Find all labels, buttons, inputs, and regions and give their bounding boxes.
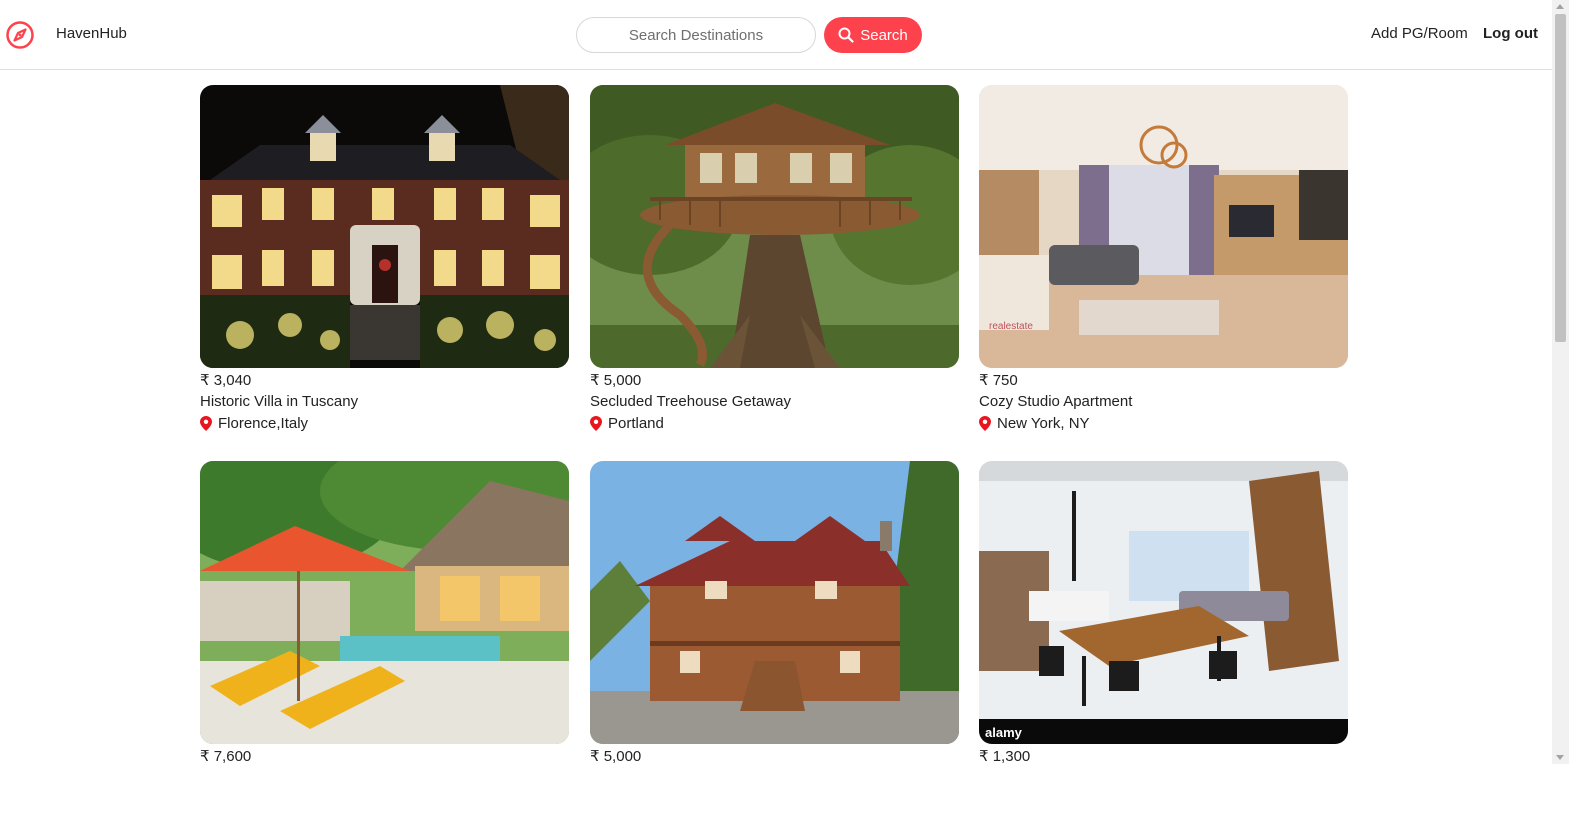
listing-price: ₹ 7,600 <box>200 748 252 765</box>
scroll-down-arrow-icon[interactable] <box>1556 755 1564 760</box>
listing-title: Historic Villa in Tuscany <box>200 393 359 410</box>
listing-price: ₹ 1,300 <box>979 748 1031 765</box>
listing-card[interactable]: alamy ₹ 1,300 <box>979 461 1348 821</box>
listing-price: ₹ 5,000 <box>590 372 642 389</box>
listing-card[interactable]: ₹ 5,000 Secluded Treehouse Getaway Portl… <box>590 85 959 445</box>
brand-link[interactable]: HavenHub <box>56 25 127 42</box>
search-input[interactable] <box>576 17 816 53</box>
add-pg-room-link[interactable]: Add PG/Room <box>1371 25 1468 42</box>
listing-location: New York, NY <box>979 415 1090 432</box>
location-pin-icon <box>979 416 991 431</box>
listing-card[interactable]: ₹ 7,600 <box>200 461 569 821</box>
search-button[interactable]: Search <box>824 17 922 53</box>
listing-image-cabin <box>590 461 959 744</box>
listing-image-studio: realestate <box>979 85 1348 368</box>
listing-card[interactable]: ₹ 5,000 <box>590 461 959 821</box>
listing-location: Florence,Italy <box>200 415 308 432</box>
svg-text:realestate: realestate <box>989 321 1033 332</box>
navbar: HavenHub Search Add PG/Room Log out <box>0 0 1552 70</box>
listing-image-loft: alamy <box>979 461 1348 744</box>
listing-price: ₹ 750 <box>979 372 1018 389</box>
svg-text:alamy: alamy <box>985 725 1023 740</box>
listing-location-text: Florence,Italy <box>218 415 309 432</box>
location-pin-icon <box>200 416 212 431</box>
listing-price: ₹ 3,040 <box>200 372 252 389</box>
listing-location-text: Portland <box>608 415 664 432</box>
listing-location-text: New York, NY <box>997 415 1090 432</box>
listing-location: Portland <box>590 415 664 432</box>
compass-icon[interactable] <box>5 20 35 50</box>
listing-card[interactable]: realestate ₹ 750 Cozy Studio Apartment N… <box>979 85 1348 445</box>
logout-link[interactable]: Log out <box>1483 25 1538 42</box>
listing-price: ₹ 5,000 <box>590 748 642 765</box>
location-pin-icon <box>590 416 602 431</box>
listing-title: Secluded Treehouse Getaway <box>590 393 791 410</box>
listing-image-treehouse <box>590 85 959 368</box>
page-scrollbar[interactable] <box>1552 0 1569 764</box>
search-icon <box>838 27 854 43</box>
scroll-up-arrow-icon[interactable] <box>1556 4 1564 9</box>
listing-image-mansion <box>200 85 569 368</box>
listing-card[interactable]: ₹ 3,040 Historic Villa in Tuscany Floren… <box>200 85 569 445</box>
scrollbar-thumb[interactable] <box>1555 14 1566 342</box>
search-button-label: Search <box>860 26 908 44</box>
listing-title: Cozy Studio Apartment <box>979 393 1133 410</box>
listing-image-bungalow <box>200 461 569 744</box>
